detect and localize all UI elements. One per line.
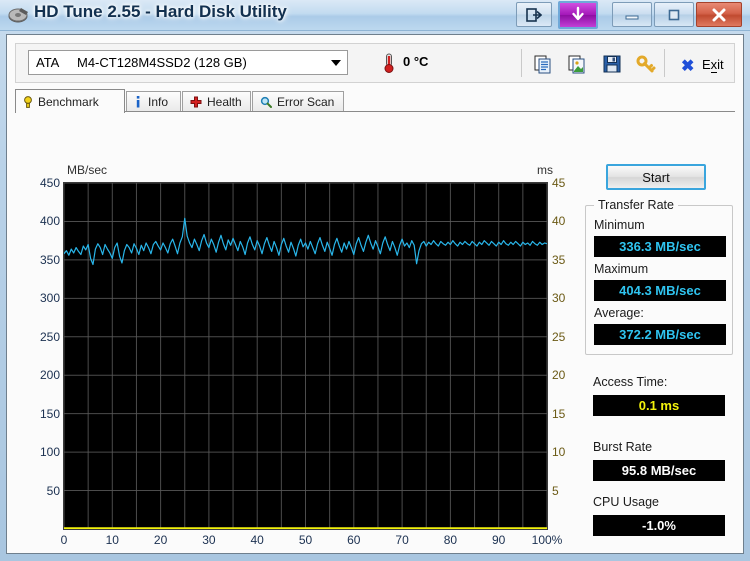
- drive-bus-label: ATA: [36, 55, 60, 70]
- window-title: HD Tune 2.55 - Hard Disk Utility: [34, 2, 287, 21]
- temperature-display: 0 °C: [381, 52, 428, 74]
- tab-error-scan-label: Error Scan: [277, 94, 335, 109]
- tab-strip: Benchmark Info Health Error Scan: [15, 89, 735, 113]
- toolbar-divider-1: [521, 49, 522, 77]
- average-label: Average:: [594, 306, 644, 320]
- chart-y2-axis-label: ms: [537, 163, 553, 177]
- x-tick-30: 30: [202, 533, 216, 547]
- x-tick-90: 90: [492, 533, 506, 547]
- exit-button[interactable]: Exit: [702, 57, 724, 73]
- download-glyph: [560, 3, 596, 27]
- results-panel: Start Transfer Rate Minimum 336.3 MB/sec…: [582, 155, 737, 545]
- bulb-icon: [23, 95, 33, 109]
- y2-tick-20: 20: [552, 368, 566, 383]
- x-tick-40: 40: [250, 533, 264, 547]
- maximum-label: Maximum: [594, 262, 649, 276]
- y2-tick-45: 45: [552, 176, 566, 190]
- cpu-usage-value: -1.0%: [593, 515, 725, 536]
- y2-tick-35: 35: [552, 252, 566, 267]
- chart-plot-area: 450 400 350 300 250 200 150 100 50 45 40 35 30 25 20 1…: [40, 176, 565, 547]
- export-icon[interactable]: [516, 2, 552, 27]
- y-tick-250: 250: [39, 329, 60, 344]
- y-tick-150: 150: [39, 406, 60, 421]
- thermometer-icon: [381, 53, 397, 78]
- temperature-value: 0 °C: [403, 54, 429, 69]
- burst-rate-value: 95.8 MB/sec: [593, 460, 725, 481]
- transfer-rate-legend: Transfer Rate: [594, 198, 678, 212]
- close-icon: [697, 3, 741, 26]
- magnifier-icon: [260, 96, 272, 108]
- y2-tick-25: 25: [552, 329, 566, 344]
- y-tick-400: 400: [39, 214, 60, 229]
- key-icon[interactable]: [635, 53, 657, 75]
- y2-tick-40: 40: [552, 214, 566, 229]
- access-time-value: 0.1 ms: [593, 395, 725, 416]
- save-icon[interactable]: [601, 53, 623, 75]
- tab-benchmark-label: Benchmark: [38, 94, 99, 109]
- y-tick-350: 350: [39, 252, 60, 267]
- client-area: ATA M4-CT128M4SSD2 (128 GB) 0 °C ✖ Exit …: [6, 34, 744, 554]
- y-tick-100: 100: [39, 445, 60, 460]
- y2-tick-10: 10: [552, 445, 566, 460]
- minimum-label: Minimum: [594, 218, 645, 232]
- x-tick-20: 20: [153, 533, 168, 547]
- x-tick-60: 60: [347, 533, 361, 547]
- exit-x-icon[interactable]: ✖: [681, 56, 694, 76]
- copy-image-icon[interactable]: [567, 53, 589, 75]
- minimize-icon: [613, 3, 651, 26]
- hdtune-disk-icon: [8, 4, 30, 26]
- tab-info-label: Info: [148, 94, 169, 109]
- tab-health[interactable]: Health: [182, 91, 251, 111]
- minimum-value: 336.3 MB/sec: [594, 236, 726, 257]
- average-value: 372.2 MB/sec: [594, 324, 726, 345]
- export-glyph: [517, 3, 551, 26]
- x-tick-10: 10: [105, 533, 119, 547]
- maximize-icon: [655, 3, 693, 26]
- y2-tick-30: 30: [552, 291, 566, 306]
- copy-text-icon[interactable]: [533, 53, 555, 75]
- burst-rate-label: Burst Rate: [593, 440, 653, 454]
- maximum-value: 404.3 MB/sec: [594, 280, 726, 301]
- x-tick-80: 80: [443, 533, 458, 547]
- y-tick-300: 300: [39, 291, 60, 306]
- hdtune-window: HD Tune 2.55 - Hard Disk Utility ATA M4-…: [0, 0, 750, 561]
- health-cross-icon: [190, 96, 202, 108]
- y2-tick-15: 15: [552, 406, 566, 421]
- minimize-button[interactable]: [612, 2, 652, 27]
- title-bar: HD Tune 2.55 - Hard Disk Utility: [0, 0, 750, 31]
- x-tick-100: 100%: [531, 533, 563, 547]
- info-icon: [134, 95, 143, 109]
- toolbar: ATA M4-CT128M4SSD2 (128 GB) 0 °C ✖ Exit: [15, 43, 735, 83]
- drive-model-label: M4-CT128M4SSD2 (128 GB): [77, 55, 247, 70]
- x-tick-0: 0: [60, 533, 68, 547]
- close-button[interactable]: [696, 2, 742, 27]
- chart-y-axis-label: MB/sec: [67, 163, 108, 177]
- x-tick-70: 70: [395, 533, 409, 547]
- y-tick-50: 50: [46, 483, 60, 498]
- x-tick-50: 50: [298, 533, 313, 547]
- chart-svg: [63, 182, 548, 530]
- chevron-down-icon: [331, 60, 341, 66]
- y2-tick-5: 5: [552, 483, 559, 498]
- maximize-button[interactable]: [654, 2, 694, 27]
- drive-select[interactable]: ATA M4-CT128M4SSD2 (128 GB): [28, 50, 348, 75]
- download-arrow-icon[interactable]: [558, 1, 598, 29]
- transfer-rate-group: Transfer Rate Minimum 336.3 MB/sec Maxim…: [585, 198, 733, 355]
- tab-info[interactable]: Info: [126, 91, 181, 111]
- y-tick-450: 450: [39, 176, 60, 190]
- tab-health-label: Health: [207, 94, 242, 109]
- start-button[interactable]: Start: [606, 164, 706, 190]
- tab-benchmark[interactable]: Benchmark: [15, 89, 125, 113]
- access-time-label: Access Time:: [593, 375, 668, 389]
- cpu-usage-label: CPU Usage: [593, 495, 659, 509]
- y-tick-200: 200: [39, 368, 60, 383]
- toolbar-divider-2: [664, 49, 665, 77]
- benchmark-chart: MB/sec ms 450 400 350 300 250 200 150 100 50 45 4…: [40, 155, 565, 547]
- tab-error-scan[interactable]: Error Scan: [252, 91, 344, 111]
